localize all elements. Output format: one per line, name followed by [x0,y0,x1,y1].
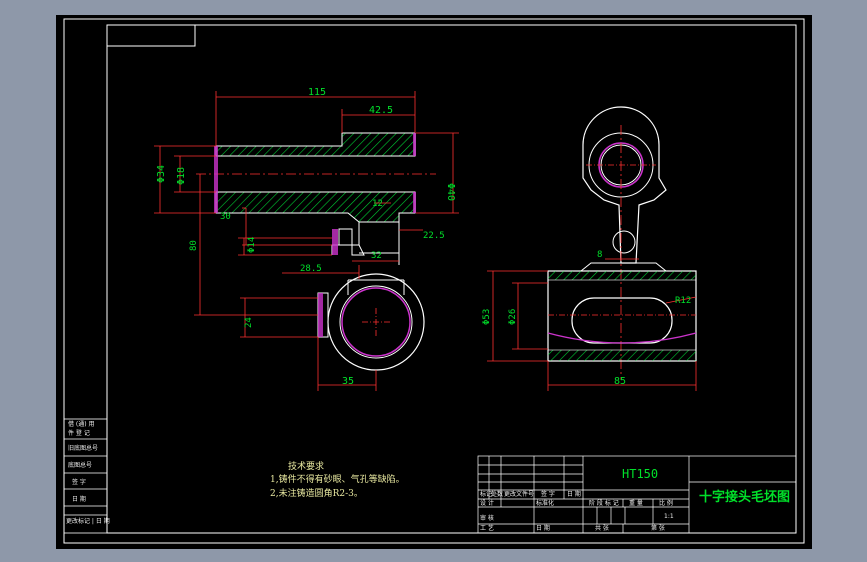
dim-phi14: Φ14 [247,237,257,253]
dim-42-5: 42.5 [369,105,393,116]
engineering-drawing: 借 (通) 用 件 登 记 旧底图总号 底图总号 签 字 日 期 更改标记 | … [63,18,805,544]
scale-value: 1:1 [664,513,674,520]
notes-line-1: 1,铸件不得有砂眼、气孔等缺陷。 [270,473,405,485]
side-row-1: 借 (通) 用 [68,420,95,428]
dim-24: 24 [244,317,254,328]
notes-line-2: 2,未注铸造圆角R2-3。 [270,487,363,499]
dim-8: 8 [597,250,602,260]
rev-doc: 更改文件号 [504,490,534,498]
dim-85: 85 [614,376,626,387]
scale-label: 比 例 [659,499,673,507]
dim-80: 80 [189,240,199,251]
dim-phi18: Φ18 [176,167,187,185]
side-view [547,106,697,380]
rev-sign: 签 字 [541,490,555,498]
sheet-number: 第 张 [651,524,665,532]
slot [571,297,673,344]
dim-r12: R12 [675,296,691,306]
dim-phi40: Φ40 [445,183,456,201]
process-label: 工 艺 [480,524,494,532]
dim-115: 115 [308,87,326,98]
outer-frame [63,18,805,544]
side-row-2: 件 登 记 [68,429,90,437]
drawing-viewport[interactable]: 借 (通) 用 件 登 记 旧底图总号 底图总号 签 字 日 期 更改标记 | … [56,15,812,549]
front-view [196,132,436,371]
side-row-7: 更改标记 | 日 期 [66,517,110,525]
drawing-title: 十字接头毛坯图 [699,489,790,505]
sheet-total: 共 张 [595,524,609,532]
dim-35: 35 [342,376,354,387]
upper-wall-hatch [215,132,416,157]
notes-heading: 技术要求 [288,460,324,472]
side-row-6: 日 期 [72,495,86,503]
weight-label: 重 量 [629,499,643,507]
dim-phi26: Φ26 [508,309,518,325]
dim-22-5: 22.5 [423,231,445,241]
side-row-3: 旧底图总号 [68,444,98,452]
side-row-5: 签 字 [72,478,86,486]
side-body [547,270,697,362]
dim-phi53: Φ53 [482,309,492,325]
dim-32: 32 [371,251,382,261]
design-label: 设 计 [480,499,494,507]
dim-phi34: Φ34 [156,165,167,183]
check-label: 审 核 [480,514,494,522]
corner-box [106,24,196,47]
stage-label: 阶 段 标 记 [589,499,619,507]
rev-date: 日 期 [567,490,581,498]
dim-30: 30 [220,212,231,222]
material-label: HT150 [622,467,658,481]
side-row-4: 底图总号 [68,461,92,469]
small-boss [612,230,636,254]
approve-date-label: 日 期 [536,524,550,532]
rev-count: 处数 [491,490,503,498]
standard-label: 标准化 [536,499,554,507]
dim-28-5: 28.5 [300,264,322,274]
dim-12: 12 [372,199,383,209]
